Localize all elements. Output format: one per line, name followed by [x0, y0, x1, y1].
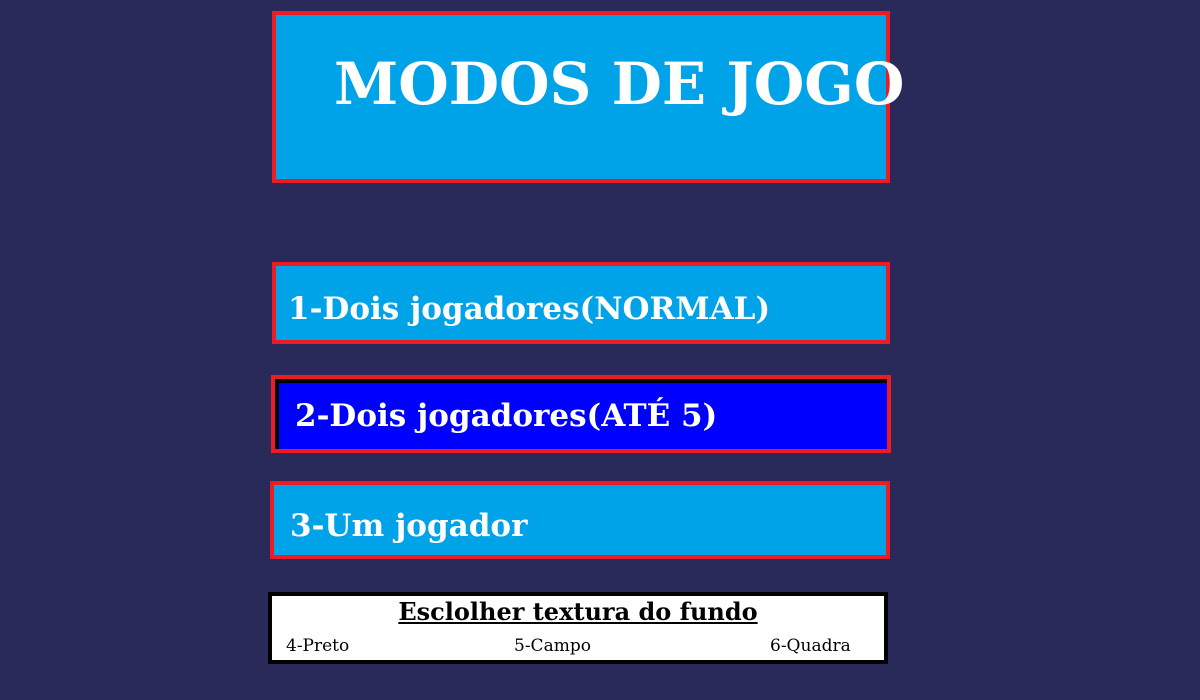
page-title: MODOS DE JOGO — [334, 50, 905, 118]
texture-option-black[interactable]: 4-Preto — [286, 636, 349, 656]
texture-selector-panel: Esclolher textura do fundo 4-Preto 5-Cam… — [268, 592, 888, 664]
texture-option-field[interactable]: 5-Campo — [514, 636, 591, 656]
mode-button-two-players-normal[interactable]: 1-Dois jogadores(NORMAL) — [272, 262, 890, 344]
mode-button-two-players-to-five[interactable]: 2-Dois jogadores(ATÉ 5) — [271, 375, 891, 453]
mode-button-one-player[interactable]: 3-Um jogador — [270, 481, 890, 559]
title-banner: MODOS DE JOGO — [272, 11, 904, 183]
mode-button-label: 2-Dois jogadores(ATÉ 5) — [295, 398, 718, 434]
texture-selector-title: Esclolher textura do fundo — [398, 597, 758, 626]
mode-button-label: 3-Um jogador — [290, 508, 528, 544]
mode-button-label: 1-Dois jogadores(NORMAL) — [288, 291, 771, 327]
texture-option-court[interactable]: 6-Quadra — [770, 636, 851, 656]
